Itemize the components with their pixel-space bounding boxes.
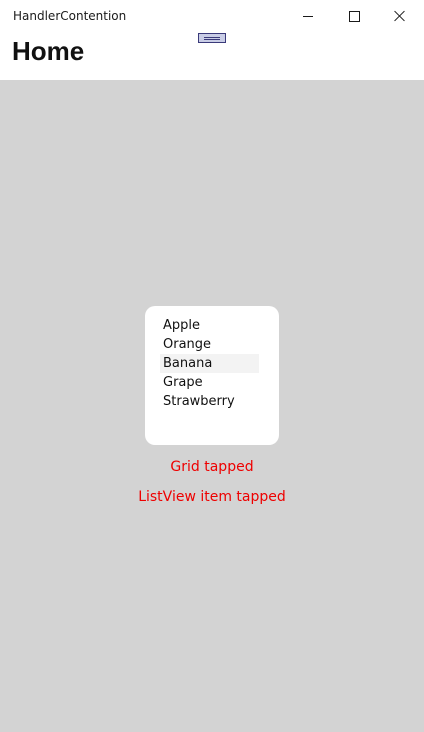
list-item-apple[interactable]: Apple xyxy=(160,316,259,335)
app-title: HandlerContention xyxy=(13,9,127,23)
maximize-icon xyxy=(348,10,360,22)
grid-tapped-label: Grid tapped xyxy=(170,459,254,475)
page-title: Home xyxy=(12,36,85,66)
listview-tapped-label: ListView item tapped xyxy=(138,489,286,505)
list-card[interactable]: Apple Orange Banana Grape Strawberry xyxy=(145,306,279,445)
minimize-icon xyxy=(303,15,313,17)
fruit-list[interactable]: Apple Orange Banana Grape Strawberry xyxy=(160,316,259,411)
drag-handle-icon[interactable] xyxy=(198,33,226,43)
list-item-strawberry[interactable]: Strawberry xyxy=(160,392,259,411)
maximize-button[interactable] xyxy=(331,0,377,32)
content-area[interactable]: Apple Orange Banana Grape Strawberry Gri… xyxy=(0,80,424,732)
title-bar[interactable]: HandlerContention xyxy=(0,0,424,32)
close-icon xyxy=(394,10,406,22)
list-item-grape[interactable]: Grape xyxy=(160,373,259,392)
list-item-banana[interactable]: Banana xyxy=(160,354,259,373)
close-button[interactable] xyxy=(377,0,423,32)
list-item-orange[interactable]: Orange xyxy=(160,335,259,354)
minimize-button[interactable] xyxy=(285,0,331,32)
